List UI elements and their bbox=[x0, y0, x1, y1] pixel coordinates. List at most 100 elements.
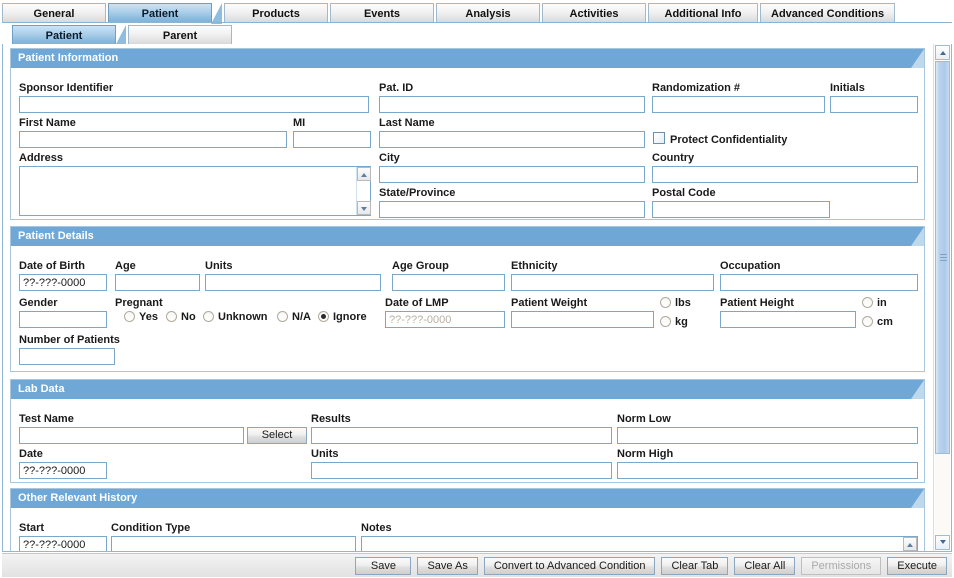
permissions-button: Permissions bbox=[801, 556, 882, 575]
postal-code-input[interactable] bbox=[652, 201, 830, 218]
pregnant-radio-no[interactable] bbox=[166, 311, 177, 322]
date-of-lmp-input[interactable] bbox=[385, 311, 505, 328]
gender-input[interactable] bbox=[19, 311, 107, 328]
patient-weight-input[interactable] bbox=[511, 311, 654, 328]
height-unit-radio-cm[interactable] bbox=[862, 316, 873, 327]
label-norm-high: Norm High bbox=[617, 448, 674, 460]
pregnant-radio-na[interactable] bbox=[277, 311, 288, 322]
label-start: Start bbox=[19, 522, 45, 534]
secondary-tab-bar: Patient Parent bbox=[2, 23, 234, 46]
label-results: Results bbox=[311, 413, 351, 425]
lab-units-input[interactable] bbox=[311, 462, 612, 479]
pregnant-radio-ignore[interactable] bbox=[318, 311, 329, 322]
label-date-of-birth: Date of Birth bbox=[19, 260, 85, 272]
label-norm-low: Norm Low bbox=[617, 413, 671, 425]
weight-unit-radio-lbs[interactable] bbox=[660, 297, 671, 308]
label-address: Address bbox=[19, 152, 64, 164]
scroll-down-icon[interactable] bbox=[935, 535, 950, 550]
city-input[interactable] bbox=[379, 166, 645, 183]
occupation-input[interactable] bbox=[720, 274, 918, 291]
tab-analysis[interactable]: Analysis bbox=[436, 3, 540, 23]
execute-button[interactable]: Execute bbox=[887, 556, 947, 575]
tab-label: General bbox=[33, 8, 75, 20]
tab-advanced-conditions[interactable]: Advanced Conditions bbox=[760, 3, 896, 23]
label-occupation: Occupation bbox=[720, 260, 781, 272]
clear-tab-button[interactable]: Clear Tab bbox=[661, 556, 729, 575]
select-test-button[interactable]: Select bbox=[247, 427, 307, 444]
main-vertical-scrollbar[interactable] bbox=[933, 44, 951, 551]
tab-label: Activities bbox=[569, 8, 619, 20]
height-unit-radio-in[interactable] bbox=[862, 297, 873, 308]
norm-high-input[interactable] bbox=[617, 462, 918, 479]
ethnicity-input[interactable] bbox=[511, 274, 714, 291]
randomization-input[interactable] bbox=[652, 96, 825, 113]
section-header-patient-information: Patient Information bbox=[11, 49, 924, 68]
section-title: Other Relevant History bbox=[18, 492, 138, 504]
label-postal-code: Postal Code bbox=[652, 187, 716, 199]
notes-scroll-up-icon[interactable] bbox=[903, 537, 917, 551]
section-title: Patient Information bbox=[18, 52, 119, 64]
start-date-input[interactable] bbox=[19, 536, 107, 551]
norm-low-input[interactable] bbox=[617, 427, 918, 444]
subtab-parent[interactable]: Parent bbox=[128, 25, 232, 45]
clear-all-button[interactable]: Clear All bbox=[734, 556, 796, 575]
weight-unit-radio-kg[interactable] bbox=[660, 316, 671, 327]
tab-general[interactable]: General bbox=[2, 3, 106, 23]
scrollbar-grip-icon bbox=[940, 253, 947, 262]
address-textarea[interactable] bbox=[19, 166, 371, 216]
label-state-province: State/Province bbox=[379, 187, 456, 199]
sponsor-identifier-input[interactable] bbox=[19, 96, 369, 113]
condition-type-input[interactable] bbox=[111, 536, 356, 551]
pregnant-radio-unknown[interactable] bbox=[203, 311, 214, 322]
mi-input[interactable] bbox=[293, 131, 371, 148]
tab-products[interactable]: Products bbox=[224, 3, 328, 23]
label-last-name: Last Name bbox=[379, 117, 435, 129]
patient-height-input[interactable] bbox=[720, 311, 856, 328]
tab-events[interactable]: Events bbox=[330, 3, 434, 23]
pat-id-input[interactable] bbox=[379, 96, 645, 113]
label-age-group: Age Group bbox=[392, 260, 449, 272]
label-protect-confidentiality: Protect Confidentiality bbox=[670, 134, 788, 146]
primary-tab-bar: General Patient Products Events Analysis… bbox=[2, 1, 897, 24]
section-other-relevant-history: Other Relevant History Start Condition T… bbox=[10, 488, 925, 551]
address-scrollbar[interactable] bbox=[356, 167, 371, 215]
label-date-of-lmp: Date of LMP bbox=[385, 297, 449, 309]
height-unit-label-in: in bbox=[877, 297, 887, 309]
initials-input[interactable] bbox=[830, 96, 918, 113]
results-input[interactable] bbox=[311, 427, 612, 444]
tab-patient[interactable]: Patient bbox=[108, 3, 222, 24]
date-of-birth-input[interactable] bbox=[19, 274, 107, 291]
age-input[interactable] bbox=[115, 274, 200, 291]
age-group-input[interactable] bbox=[392, 274, 505, 291]
section-title: Patient Details bbox=[18, 230, 94, 242]
save-button[interactable]: Save bbox=[355, 556, 412, 575]
tab-additional-info[interactable]: Additional Info bbox=[648, 3, 758, 23]
label-sponsor-identifier: Sponsor Identifier bbox=[19, 82, 114, 94]
state-province-input[interactable] bbox=[379, 201, 645, 218]
protect-confidentiality-checkbox[interactable] bbox=[653, 132, 665, 144]
height-unit-label-cm: cm bbox=[877, 316, 893, 328]
notes-textarea[interactable] bbox=[361, 536, 918, 551]
label-test-name: Test Name bbox=[19, 413, 74, 425]
scrollbar-thumb[interactable] bbox=[935, 61, 950, 454]
last-name-input[interactable] bbox=[379, 131, 645, 148]
units-input[interactable] bbox=[205, 274, 381, 291]
section-patient-information: Patient Information Sponsor Identifier P… bbox=[10, 48, 925, 220]
scroll-up-icon[interactable] bbox=[935, 45, 950, 60]
address-scroll-up-icon[interactable] bbox=[357, 167, 371, 181]
first-name-input[interactable] bbox=[19, 131, 287, 148]
pregnant-radio-yes[interactable] bbox=[124, 311, 135, 322]
test-name-input[interactable] bbox=[19, 427, 244, 444]
convert-to-advanced-condition-button[interactable]: Convert to Advanced Condition bbox=[483, 556, 656, 575]
label-number-of-patients: Number of Patients bbox=[19, 334, 120, 346]
lab-date-input[interactable] bbox=[19, 462, 107, 479]
form-frame: Patient Information Sponsor Identifier P… bbox=[2, 44, 952, 552]
country-input[interactable] bbox=[652, 166, 918, 183]
subtab-patient[interactable]: Patient bbox=[12, 25, 126, 46]
address-scroll-down-icon[interactable] bbox=[357, 201, 371, 215]
tab-activities[interactable]: Activities bbox=[542, 3, 646, 23]
tab-label: Analysis bbox=[465, 8, 511, 20]
label-country: Country bbox=[652, 152, 695, 164]
save-as-button[interactable]: Save As bbox=[417, 556, 478, 575]
number-of-patients-input[interactable] bbox=[19, 348, 115, 365]
